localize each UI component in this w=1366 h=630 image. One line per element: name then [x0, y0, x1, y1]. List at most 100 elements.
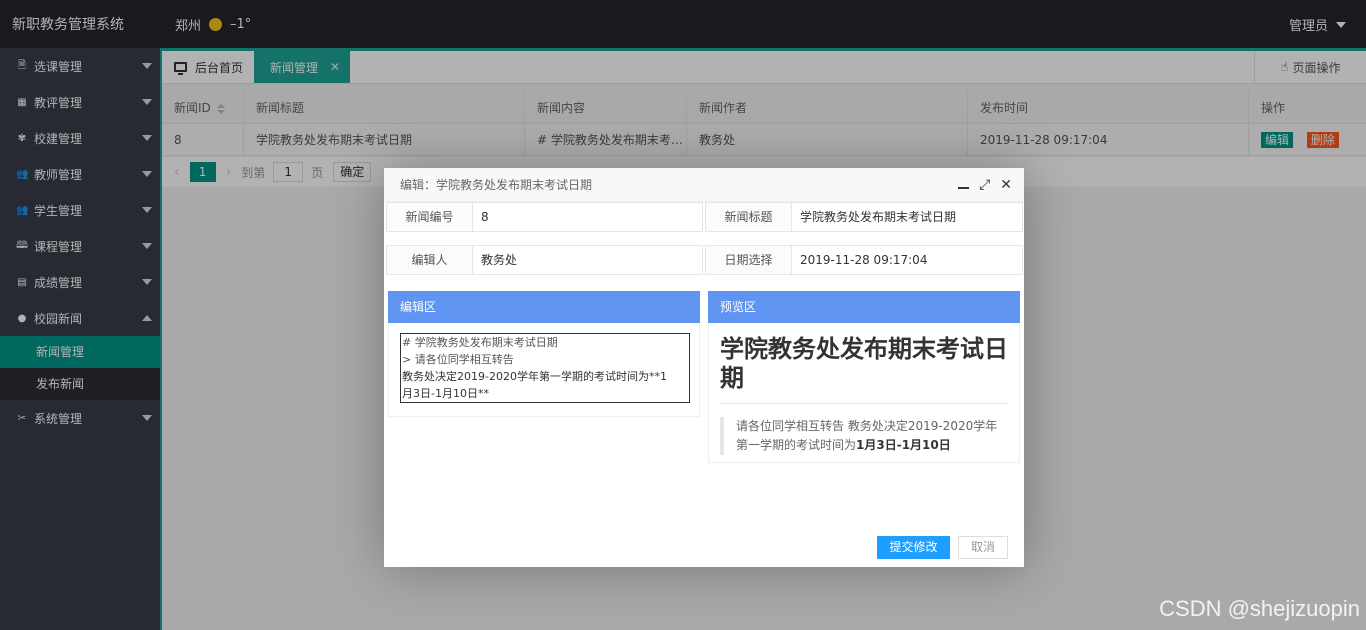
sidebar-item-students[interactable]: 👥 学生管理	[0, 192, 160, 228]
tab-home-label: 后台首页	[195, 60, 244, 75]
minimize-icon[interactable]	[958, 168, 970, 202]
preview-quote-bold: 1月3日-1月10日	[856, 438, 951, 452]
editor-line: > 请各位同学相互转告	[402, 353, 514, 366]
top-bar: 新职教务管理系统 郑州 –1° 管理员	[0, 0, 1366, 48]
table-row: 8 学院教务处发布期末考试日期 # 学院教务处发布期末考试日期 > 请各位同学相…	[162, 124, 1366, 156]
city-label: 郑州	[175, 19, 202, 34]
edit-panel-header: 编辑区	[388, 291, 700, 323]
grid-icon: ▦	[17, 96, 27, 108]
close-icon[interactable]: ✕	[1000, 168, 1012, 202]
news-title-input[interactable]: 学院教务处发布期末考试日期	[792, 203, 1022, 231]
sidebar-subitem-news-manage[interactable]: 新闻管理	[0, 336, 160, 368]
tools-icon: ✂	[17, 412, 27, 424]
dialog-controls: ⤢ ✕	[948, 168, 1012, 202]
chat-icon: ●	[17, 312, 27, 324]
markdown-editor[interactable]: # 学院教务处发布期末考试日期 > 请各位同学相互转告 教务处决定2019-20…	[400, 333, 690, 403]
cell-content: # 学院教务处发布期末考试日期 > 请各位同学相互转告	[525, 124, 687, 155]
chevron-down-icon	[142, 243, 152, 249]
chevron-down-icon	[142, 171, 152, 177]
users-icon: 👥	[16, 168, 29, 180]
sidebar-item-course-selection[interactable]: 🗎 选课管理	[0, 48, 160, 84]
sidebar-item-label: 教评管理	[34, 95, 83, 110]
page-input[interactable]: 1	[273, 162, 304, 182]
editor-line: # 学院教务处发布期末考试日期	[402, 336, 558, 349]
sidebar-item-label: 教师管理	[34, 167, 83, 182]
confirm-page-button[interactable]: 确定	[333, 162, 372, 182]
tab-home[interactable]: 后台首页	[174, 51, 243, 83]
news-id-input[interactable]: 8	[473, 203, 702, 231]
monitor-icon	[174, 62, 187, 75]
page-operations-label: 页面操作	[1292, 61, 1341, 75]
sidebar-item-label: 课程管理	[34, 239, 83, 254]
field-label: 新闻标题	[706, 203, 792, 231]
cell-actions: 编辑 删除	[1249, 124, 1366, 155]
app-logo: 新职教务管理系统	[12, 17, 124, 33]
report-icon: ▤	[17, 276, 27, 288]
sidebar-item-teaching-eval[interactable]: ▦ 教评管理	[0, 84, 160, 120]
building-icon: ✾	[17, 132, 27, 144]
header-news-author: 新闻作者	[687, 92, 968, 123]
sidebar-item-label: 校园新闻	[34, 311, 83, 326]
chevron-down-icon	[1336, 21, 1346, 28]
sidebar-item-grades[interactable]: ▤ 成绩管理	[0, 264, 160, 300]
weather-widget: 郑州 –1°	[175, 15, 251, 34]
cancel-button[interactable]: 取消	[958, 536, 1008, 559]
delete-button[interactable]: 删除	[1306, 132, 1339, 148]
sidebar: 🗎 选课管理 ▦ 教评管理 ✾ 校建管理 👥 教师管理 👥 学生管理 🕮 课程管…	[0, 48, 160, 630]
chevron-down-icon	[142, 63, 152, 69]
sidebar-item-system[interactable]: ✂ 系统管理	[0, 400, 160, 436]
chevron-down-icon	[142, 207, 152, 213]
sidebar-item-teachers[interactable]: 👥 教师管理	[0, 156, 160, 192]
chevron-down-icon	[142, 279, 152, 285]
cell-time: 2019-11-28 09:17:04	[968, 124, 1249, 155]
page-operations-button[interactable]: ☝ 页面操作	[1254, 51, 1366, 84]
header-news-id[interactable]: 新闻ID	[162, 92, 244, 123]
field-date: 日期选择 2019-11-28 09:17:04	[705, 245, 1023, 275]
sidebar-item-label: 学生管理	[34, 203, 83, 218]
hand-pointer-icon: ☝	[1280, 60, 1289, 75]
table-header: 新闻ID 新闻标题 新闻内容 新闻作者 发布时间 操作	[162, 92, 1366, 124]
submit-button[interactable]: 提交修改	[877, 536, 950, 559]
news-table: 新闻ID 新闻标题 新闻内容 新闻作者 发布时间 操作 8 学院教务处发布期末考…	[162, 92, 1366, 156]
user-menu[interactable]: 管理员	[1289, 15, 1346, 34]
sidebar-item-label: 校建管理	[34, 131, 83, 146]
chevron-down-icon	[142, 99, 152, 105]
book-icon: 🕮	[16, 239, 28, 251]
tab-news-label: 新闻管理	[270, 60, 319, 75]
editor-line: 教务处决定2019-2020学年第一学期的考试时间为**1	[402, 370, 667, 383]
field-label: 日期选择	[706, 246, 792, 274]
prev-page-icon[interactable]: ‹	[174, 164, 180, 180]
sidebar-item-label: 选课管理	[34, 59, 83, 74]
maximize-icon[interactable]: ⤢	[979, 168, 990, 202]
preview-panel-header: 预览区	[708, 291, 1020, 323]
page-unit-label: 页	[311, 165, 324, 180]
header-publish-time: 发布时间	[968, 92, 1249, 123]
editor-input[interactable]: 教务处	[473, 246, 702, 274]
current-page[interactable]: 1	[189, 162, 216, 182]
tab-news-manage[interactable]: 新闻管理 ✕	[254, 51, 350, 83]
user-name: 管理员	[1288, 19, 1328, 34]
sidebar-item-campus-build[interactable]: ✾ 校建管理	[0, 120, 160, 156]
field-news-id: 新闻编号 8	[386, 202, 703, 232]
field-editor: 编辑人 教务处	[386, 245, 703, 275]
dialog-header: 编辑：学院教务处发布期末考试日期 ⤢ ✕	[384, 168, 1024, 202]
watermark: CSDN @shejizuopin	[1159, 596, 1360, 621]
next-page-icon[interactable]: ›	[226, 164, 232, 180]
header-news-title: 新闻标题	[244, 92, 525, 123]
dialog-title: 编辑：学院教务处发布期末考试日期	[400, 178, 593, 192]
sort-icon[interactable]	[216, 103, 225, 114]
date-picker-input[interactable]: 2019-11-28 09:17:04	[792, 246, 1022, 274]
chevron-down-icon	[142, 135, 152, 141]
editor-line: 月3日-1月10日**	[402, 387, 489, 400]
users-icon: 👥	[16, 204, 29, 216]
sidebar-item-courses[interactable]: 🕮 课程管理	[0, 228, 160, 264]
sidebar-item-campus-news[interactable]: ● 校园新闻	[0, 300, 160, 336]
sidebar-subitem-publish-news[interactable]: 发布新闻	[0, 368, 160, 400]
chevron-down-icon	[142, 415, 152, 421]
edit-button[interactable]: 编辑	[1261, 132, 1294, 148]
close-icon[interactable]: ✕	[330, 60, 340, 74]
header-news-content: 新闻内容	[525, 92, 687, 123]
cell-id: 8	[162, 124, 244, 155]
sun-icon	[209, 18, 223, 31]
field-news-title: 新闻标题 学院教务处发布期末考试日期	[705, 202, 1023, 232]
